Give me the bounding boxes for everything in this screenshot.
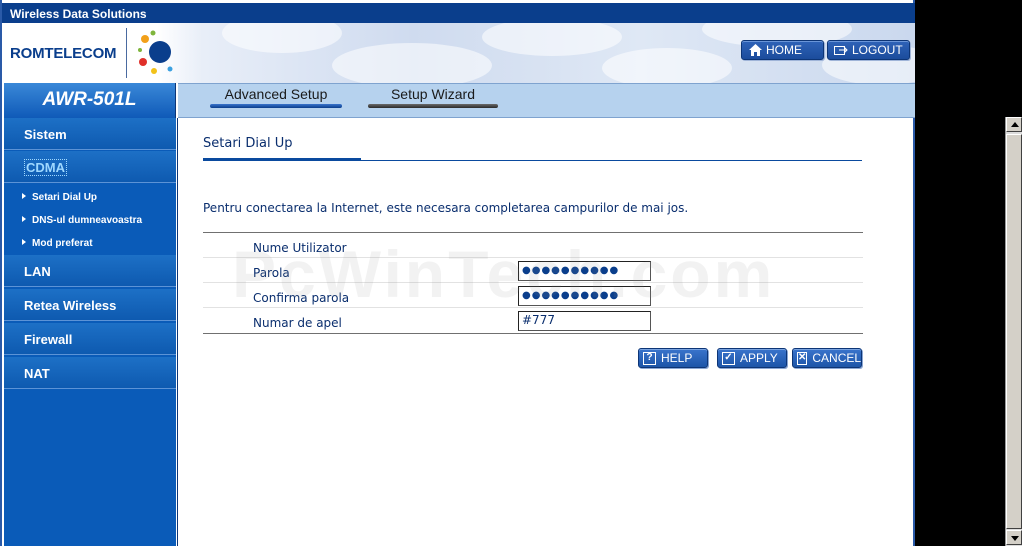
check-icon: ✓ [722,351,735,365]
arrow-down-icon [1011,536,1019,541]
form-row-username: Nume Utilizator [203,233,863,258]
confirm-password-field[interactable]: ●●●●●●●●●● [518,286,651,306]
vertical-scrollbar[interactable] [1005,117,1022,546]
brand-logo-icon [138,30,173,74]
top-title: Wireless Data Solutions [10,7,147,21]
sidebar-item-lan[interactable]: LAN [4,255,176,287]
sidebar-item-label: CDMA [24,159,67,176]
chevron-right-icon [22,216,26,222]
sidebar-subitem-setari-dial-up[interactable]: Setari Dial Up [22,192,97,203]
sidebar-item-cdma[interactable]: CDMA [4,151,176,183]
tab-bar: Advanced Setup Setup Wizard [178,83,915,118]
tab-label: Advanced Setup [224,86,328,102]
sidebar-item-firewall[interactable]: Firewall [4,323,176,355]
help-label: HELP [661,351,693,365]
router-admin-page: Wireless Data Solutions ROMTELECOM HOME [0,0,915,546]
help-button[interactable]: ? HELP [638,348,708,368]
intro-text: Pentru conectarea la Internet, este nece… [203,201,689,215]
dialup-form: Nume Utilizator Parola ●●●●●●●●●● Confir… [203,232,863,334]
sidebar-subitem-mod-preferat[interactable]: Mod preferat [22,238,93,249]
sidebar-item-label: Sistem [24,127,67,142]
sidebar-subitem-label: DNS-ul dumneavoastra [32,215,143,226]
password-label: Parola [253,266,290,280]
sidebar-item-sistem[interactable]: Sistem [4,118,176,150]
username-field[interactable] [518,236,651,256]
chevron-right-icon [22,193,26,199]
sidebar-item-label: NAT [24,366,50,381]
sidebar: Sistem CDMA Setari Dial Up DNS-ul dumnea… [4,118,176,546]
title-rule [361,160,862,161]
sidebar-subitem-label: Setari Dial Up [32,192,98,203]
dial-number-label: Numar de apel [253,316,342,330]
dial-number-field[interactable]: #777 [518,311,651,331]
apply-button[interactable]: ✓ APPLY [717,348,787,368]
help-icon: ? [643,351,656,365]
brand-divider [126,28,127,78]
apply-label: APPLY [740,351,778,365]
title-underline [203,158,361,161]
sidebar-subitem-label: Mod preferat [32,238,93,249]
sidebar-item-nat[interactable]: NAT [4,357,176,389]
tab-underline [368,104,498,108]
arrow-up-icon [1011,122,1019,127]
scrollbar-thumb[interactable] [1006,134,1022,529]
tab-label: Setup Wizard [390,86,476,102]
form-row-dial-number: Numar de apel #777 [203,308,863,333]
tab-setup-wizard[interactable]: Setup Wizard [368,86,498,108]
scroll-down-button[interactable] [1006,530,1022,545]
confirm-password-label: Confirma parola [253,291,350,305]
form-row-password: Parola ●●●●●●●●●● [203,258,863,283]
home-label: HOME [766,43,802,57]
sidebar-item-retea-wireless[interactable]: Retea Wireless [4,289,176,321]
sidebar-item-label: Firewall [24,332,73,347]
tab-underline [210,104,342,108]
scroll-up-button[interactable] [1006,117,1022,132]
home-icon [748,44,762,57]
brand-logo-text: ROMTELECOM [10,45,117,62]
model-name-header: AWR-501L [4,83,176,118]
cancel-label: CANCEL [812,351,862,365]
sidebar-subitem-dns[interactable]: DNS-ul dumneavoastra [22,215,142,226]
sidebar-item-label: LAN [24,264,51,279]
logout-icon [834,44,848,57]
chevron-right-icon [22,239,26,245]
username-label: Nume Utilizator [253,241,347,255]
logout-label: LOGOUT [852,43,903,57]
form-row-confirm-password: Confirma parola ●●●●●●●●●● [203,283,863,308]
top-title-bar: Wireless Data Solutions [2,3,915,23]
header-banner: ROMTELECOM HOME LOGOUT [2,23,915,83]
home-button[interactable]: HOME [741,40,824,60]
cancel-button[interactable]: ✕ CANCEL [792,348,862,368]
sidebar-item-label: Retea Wireless [24,298,117,313]
close-icon: ✕ [797,351,808,365]
sidebar-divider [177,118,178,546]
logout-button[interactable]: LOGOUT [827,40,910,60]
page-title: Setari Dial Up [203,136,293,151]
model-name: AWR-501L [42,89,137,110]
password-field[interactable]: ●●●●●●●●●● [518,261,651,281]
tab-advanced-setup[interactable]: Advanced Setup [210,86,342,108]
